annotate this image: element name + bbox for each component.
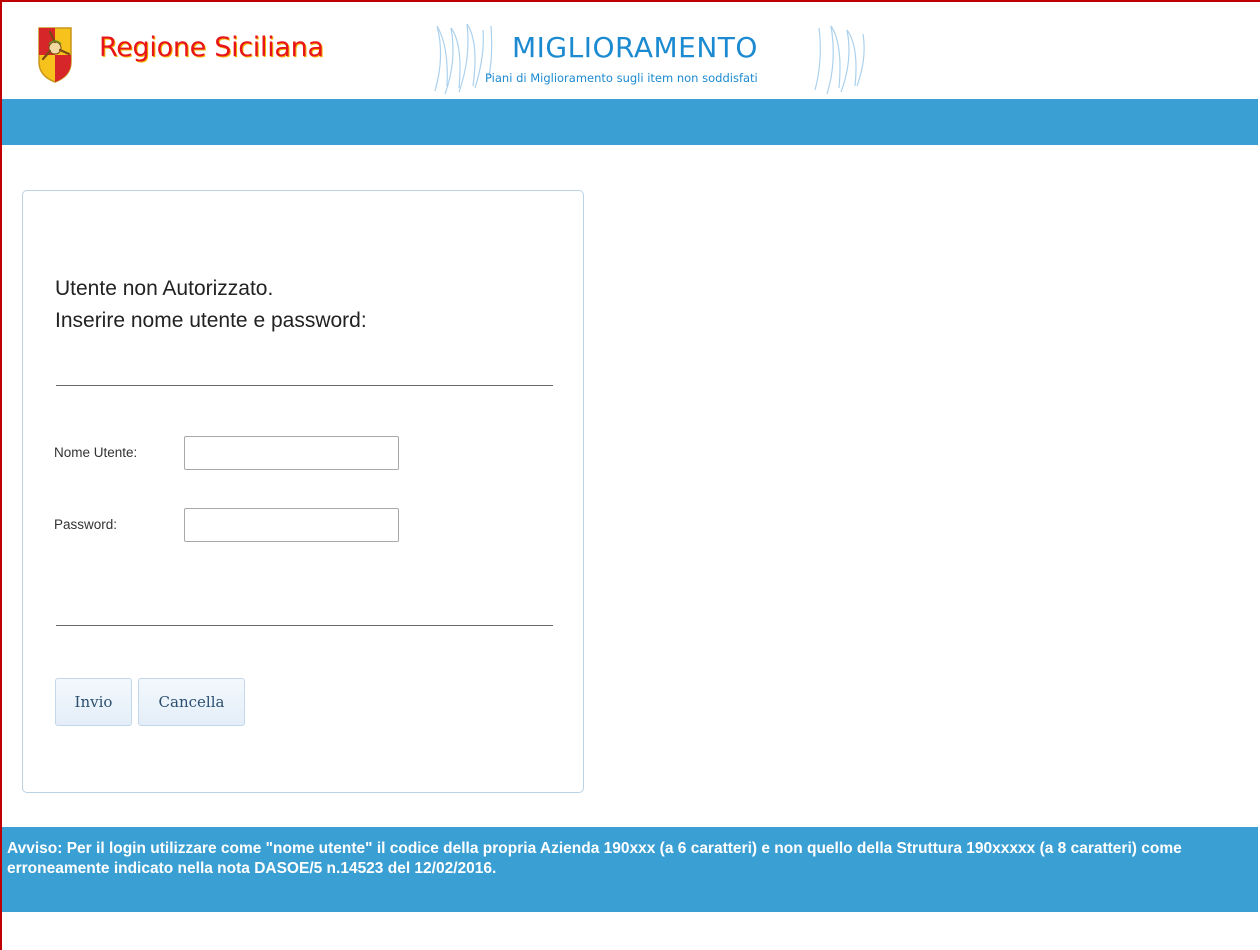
password-input[interactable] [184, 508, 399, 542]
login-panel: Utente non Autorizzato. Inserire nome ut… [22, 190, 584, 793]
notice-text: Avviso: Per il login utilizzare come "no… [7, 840, 1182, 877]
password-label: Password: [54, 517, 118, 532]
submit-button[interactable]: Invio [55, 678, 132, 726]
miglioramento-banner: MIGLIORAMENTO Piani di Miglioramento sug… [427, 16, 877, 98]
banner-subtitle: Piani di Miglioramento sugli item non so… [485, 71, 758, 85]
banner-title: MIGLIORAMENTO [512, 31, 758, 64]
brand-name: Regione Siciliana [99, 32, 324, 63]
trinacria-crest-icon [38, 27, 72, 83]
credentials-prompt: Inserire nome utente e password: [55, 309, 367, 332]
divider-bottom [56, 625, 553, 626]
site-header: Regione Siciliana MIGLIORAMENTO Piani di… [2, 2, 1258, 99]
top-nav-bar [2, 99, 1258, 145]
unauthorized-message: Utente non Autorizzato. [55, 277, 274, 300]
username-label: Nome Utente: [54, 445, 138, 460]
login-heading: Utente non Autorizzato. Inserire nome ut… [55, 273, 367, 337]
cancel-button[interactable]: Cancella [138, 678, 245, 726]
divider-top [56, 385, 553, 386]
notice-banner: Avviso: Per il login utilizzare come "no… [2, 827, 1258, 912]
username-input[interactable] [184, 436, 399, 470]
